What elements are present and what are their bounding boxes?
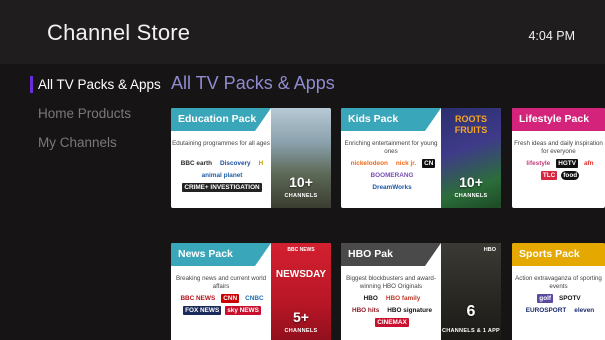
- channel-logo: CRIME+ INVESTIGATION: [182, 183, 262, 192]
- pack-title: Sports Pack: [519, 248, 580, 260]
- pack-artwork: ROOTS FRUITS 10+ CHANNELS: [441, 108, 501, 208]
- sidebar-item-my-channels[interactable]: My Channels: [30, 130, 170, 159]
- show-title: ROOTS: [454, 114, 487, 124]
- channel-logo: HGTV: [556, 159, 578, 168]
- pack-title-band: News Pack: [171, 243, 271, 266]
- channel-logo: FOX NEWS: [183, 306, 222, 315]
- pack-card-education[interactable]: Education Pack Edutaining programmes for…: [171, 108, 331, 208]
- channel-logo: Discovery: [220, 160, 251, 167]
- channel-logo: CNBC: [245, 295, 264, 302]
- channel-logo: golf: [537, 294, 554, 303]
- channel-brand: HBO: [483, 247, 496, 253]
- pack-title-band: Kids Pack: [341, 108, 441, 131]
- channel-count-label: CHANNELS & 1 APP: [441, 328, 501, 334]
- pack-title: HBO Pak: [348, 248, 393, 260]
- show-title: NEWSDAY: [275, 269, 327, 280]
- channel-logos: nickelodeon nick jr. CN BOOMERANG DreamW…: [345, 159, 439, 192]
- channel-logo: BBC NEWS: [180, 295, 216, 302]
- pack-title-band: Education Pack: [171, 108, 271, 131]
- pack-title-band: HBO Pak: [341, 243, 441, 266]
- channel-logo: H: [258, 160, 264, 167]
- channel-count: 5+: [293, 309, 309, 325]
- sidebar-item-all-tv-packs[interactable]: All TV Packs & Apps: [30, 72, 170, 101]
- channel-logo: BBC earth: [180, 160, 213, 167]
- channel-logo: EUROSPORT: [525, 307, 567, 314]
- channel-count: 10+: [289, 174, 313, 190]
- channel-logo: eleven: [574, 307, 595, 314]
- pack-card-hbo[interactable]: HBO Pak Biggest blockbusters and award-w…: [341, 243, 501, 340]
- channel-logo: animal planet: [201, 172, 243, 179]
- pack-card-lifestyle[interactable]: Lifestyle Pack Fresh ideas and daily ins…: [512, 108, 605, 208]
- channel-logos: BBC NEWS CNN CNBC FOX NEWS sky NEWS: [175, 294, 269, 315]
- pack-description: Action extravaganza of sporting events: [515, 275, 602, 290]
- channel-logo: food: [561, 171, 580, 180]
- channel-brand: BBC NEWS: [287, 247, 315, 253]
- channel-count: 6: [466, 303, 476, 320]
- channel-logo: TLC: [540, 171, 558, 180]
- channel-logo: HBO hits: [351, 307, 380, 314]
- channel-logos: lifestyle HGTV afn TLC food: [516, 159, 604, 180]
- channel-logo: nickelodeon: [350, 160, 388, 167]
- channel-logo: nick jr.: [395, 160, 417, 167]
- pack-title: News Pack: [178, 248, 233, 260]
- pack-artwork: 10+ CHANNELS: [271, 108, 331, 208]
- pack-card-kids[interactable]: Kids Pack Enriching entertainment for yo…: [341, 108, 501, 208]
- channel-logos: BBC earth Discovery H animal planet CRIM…: [175, 159, 269, 192]
- pack-title-band: Sports Pack: [512, 243, 605, 266]
- pack-artwork: HBO 6 CHANNELS & 1 APP: [441, 243, 501, 340]
- pack-card-news[interactable]: News Pack Breaking news and current worl…: [171, 243, 331, 340]
- pack-description: Edutaining programmes for all ages: [172, 140, 270, 147]
- pack-artwork: BBC NEWS NEWSDAY 5+ CHANNELS: [271, 243, 331, 340]
- pack-title-band: Lifestyle Pack: [512, 108, 605, 131]
- pack-description: Biggest blockbusters and award-winning H…: [346, 275, 436, 290]
- channel-count-label: CHANNELS: [284, 328, 318, 334]
- sidebar: All TV Packs & Apps Home Products My Cha…: [30, 72, 170, 159]
- page-title: Channel Store: [47, 20, 191, 45]
- sidebar-item-home-products[interactable]: Home Products: [30, 101, 170, 130]
- pack-description: Breaking news and current world affairs: [175, 275, 267, 290]
- show-title: FRUITS: [454, 125, 488, 135]
- channel-count: 10+: [459, 174, 483, 190]
- channel-logo: HBO signature: [387, 307, 433, 314]
- channel-logo: HBO: [363, 295, 378, 302]
- section-title: All TV Packs & Apps: [171, 73, 335, 93]
- channel-logo: CN: [422, 159, 436, 168]
- channel-logos: golf SPOTV EUROSPORT eleven: [516, 294, 604, 315]
- pack-description: Fresh ideas and daily inspiration for ev…: [514, 140, 603, 155]
- channel-logo: BOOMERANG: [370, 172, 414, 179]
- channel-logo: DreamWorks: [372, 184, 412, 191]
- channel-logos: HBO HBO family HBO hits HBO signature CI…: [345, 294, 439, 327]
- pack-title: Kids Pack: [348, 113, 399, 125]
- channel-logo: HBO family: [385, 295, 421, 302]
- channel-logo: CINEMAX: [375, 318, 409, 327]
- pack-title: Education Pack: [178, 113, 257, 125]
- sidebar-item-label: My Channels: [38, 135, 117, 150]
- channel-count-label: CHANNELS: [284, 193, 318, 199]
- sidebar-item-label: Home Products: [38, 106, 132, 121]
- channel-logo: afn: [583, 160, 594, 167]
- pack-description: Enriching entertainment for young ones: [344, 140, 438, 155]
- channel-count-label: CHANNELS: [454, 193, 488, 199]
- channel-logo: lifestyle: [526, 160, 551, 167]
- channel-logo: CNN: [221, 294, 240, 303]
- header-bar: Channel Store 4:04 PM: [0, 0, 605, 64]
- sidebar-item-label: All TV Packs & Apps: [38, 77, 161, 92]
- channel-logo: sky NEWS: [225, 306, 261, 315]
- pack-title: Lifestyle Pack: [519, 113, 590, 125]
- pack-card-sports[interactable]: Sports Pack Action extravaganza of sport…: [512, 243, 605, 340]
- channel-logo: SPOTV: [559, 295, 581, 302]
- clock: 4:04 PM: [528, 29, 575, 43]
